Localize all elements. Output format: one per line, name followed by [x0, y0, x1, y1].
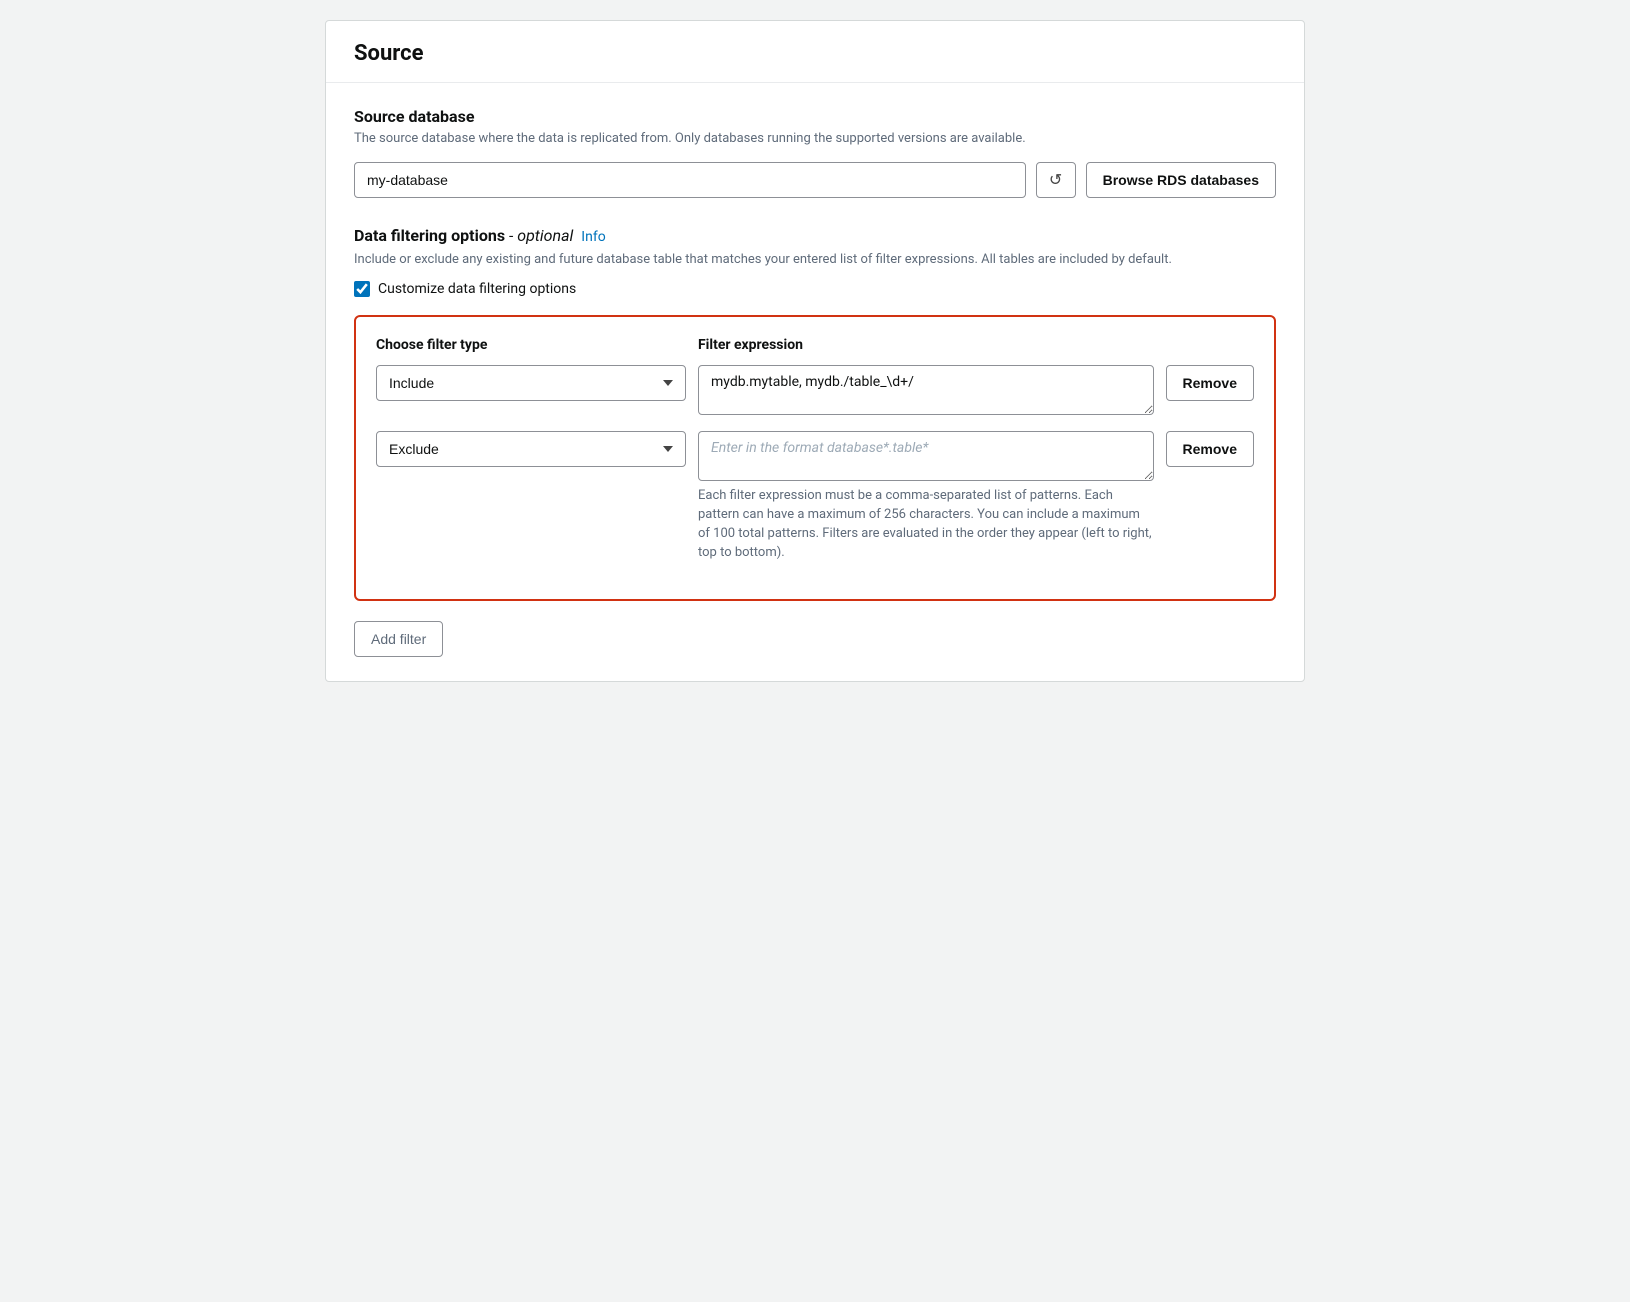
filter-box: Choose filter type Filter expression Inc…	[354, 315, 1276, 600]
source-database-input[interactable]	[354, 162, 1026, 198]
filter-row-2: Include Exclude Each filter expression m…	[376, 431, 1254, 562]
filter-expression-col-1: mydb.mytable, mydb./table_\d+/	[698, 365, 1154, 415]
refresh-icon: ↺	[1049, 170, 1062, 190]
source-database-section: Source database The source database wher…	[354, 107, 1276, 198]
filter-type-select-2[interactable]: Include Exclude	[376, 431, 686, 467]
source-database-title: Source database	[354, 107, 1276, 126]
page-container: Source Source database The source databa…	[325, 20, 1305, 682]
remove-button-1[interactable]: Remove	[1166, 365, 1254, 401]
filtering-optional-text: - optional	[509, 226, 573, 245]
page-title: Source	[354, 41, 1276, 66]
customize-checkbox[interactable]	[354, 281, 370, 297]
info-link[interactable]: Info	[581, 229, 605, 245]
browse-rds-button[interactable]: Browse RDS databases	[1086, 162, 1276, 198]
add-filter-button[interactable]: Add filter	[354, 621, 443, 657]
main-section: Source database The source database wher…	[326, 83, 1304, 681]
filter-expression-col-2: Each filter expression must be a comma-s…	[698, 431, 1154, 562]
filter-columns-header: Choose filter type Filter expression	[376, 337, 1254, 353]
page-header: Source	[326, 21, 1304, 83]
data-filtering-section: Data filtering options - optional Info I…	[354, 226, 1276, 657]
filter-expression-textarea-2[interactable]	[698, 431, 1154, 481]
source-database-row: ↺ Browse RDS databases	[354, 162, 1276, 198]
filtering-description: Include or exclude any existing and futu…	[354, 251, 1276, 269]
filtering-title: Data filtering options - optional	[354, 226, 573, 245]
remove-button-2[interactable]: Remove	[1166, 431, 1254, 467]
filter-hint: Each filter expression must be a comma-s…	[698, 487, 1154, 562]
col-header-expression: Filter expression	[698, 337, 1254, 353]
col-header-type: Choose filter type	[376, 337, 686, 353]
refresh-button[interactable]: ↺	[1036, 162, 1076, 198]
filter-row-1: Include Exclude mydb.mytable, mydb./tabl…	[376, 365, 1254, 415]
customize-checkbox-label[interactable]: Customize data filtering options	[378, 281, 576, 297]
source-database-description: The source database where the data is re…	[354, 130, 1276, 148]
filtering-title-text: Data filtering options	[354, 226, 505, 245]
filter-type-select-1[interactable]: Include Exclude	[376, 365, 686, 401]
customize-checkbox-row: Customize data filtering options	[354, 281, 1276, 297]
filtering-header: Data filtering options - optional Info	[354, 226, 1276, 245]
filter-expression-textarea-1[interactable]: mydb.mytable, mydb./table_\d+/	[698, 365, 1154, 415]
